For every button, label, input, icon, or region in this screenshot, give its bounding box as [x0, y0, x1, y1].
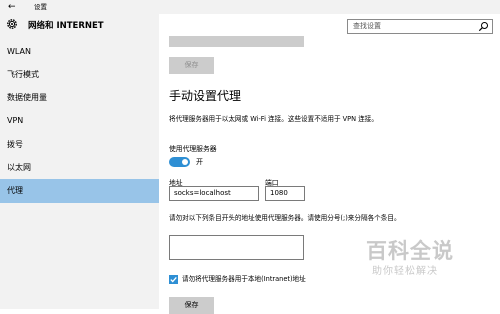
search-icon[interactable]	[478, 21, 489, 32]
exceptions-input[interactable]	[169, 235, 304, 260]
save-button[interactable]: 保存	[169, 297, 214, 314]
script-address-field	[169, 36, 304, 47]
port-input[interactable]: 1080	[265, 186, 305, 201]
search-placeholder: 查找设置	[353, 22, 381, 30]
sidebar-header-title: 网络和 INTERNET	[28, 21, 104, 31]
save-script-button[interactable]: 保存	[169, 57, 214, 74]
sidebar-item-dial-up[interactable]: 拨号	[0, 133, 159, 157]
sidebar-item-ethernet[interactable]: 以太网	[0, 156, 159, 180]
search-input[interactable]: 查找设置	[347, 19, 493, 34]
manual-proxy-heading: 手动设置代理	[169, 89, 242, 103]
window-title: 设置	[34, 3, 47, 11]
toggle-knob	[182, 159, 188, 165]
watermark-logo: 百科全说	[366, 239, 454, 263]
back-arrow-icon[interactable]: ←	[8, 0, 16, 14]
sidebar: 网络和 INTERNET WLAN 飞行模式 数据使用量 VPN 拨号 以太网 …	[0, 14, 159, 309]
manual-proxy-description: 将代理服务器用于以太网或 Wi-Fi 连接。这些设置不适用于 VPN 连接。	[169, 115, 378, 123]
use-proxy-label: 使用代理服务器	[169, 145, 217, 153]
sidebar-item-wlan[interactable]: WLAN	[0, 40, 159, 64]
checkmark-icon	[170, 276, 177, 283]
sidebar-item-vpn[interactable]: VPN	[0, 109, 159, 133]
sidebar-header: 网络和 INTERNET	[0, 14, 159, 38]
address-input[interactable]: socks=localhost	[169, 186, 259, 201]
sidebar-item-proxy[interactable]: 代理	[0, 179, 159, 203]
gear-icon	[7, 19, 17, 29]
exceptions-description: 请勿对以下列条目开头的地址使用代理服务器。请使用分号(;)来分隔各个条目。	[169, 214, 401, 222]
local-bypass-checkbox[interactable]	[169, 275, 178, 284]
use-proxy-toggle[interactable]	[169, 157, 190, 167]
title-bar: ← 设置	[0, 0, 500, 14]
local-bypass-label: 请勿将代理服务器用于本地(Intranet)地址	[182, 275, 306, 283]
watermark-slogan: 助你轻松解决	[372, 266, 438, 277]
sidebar-item-airplane-mode[interactable]: 飞行模式	[0, 63, 159, 87]
sidebar-item-data-usage[interactable]: 数据使用量	[0, 86, 159, 110]
toggle-state-label: 开	[196, 158, 203, 166]
